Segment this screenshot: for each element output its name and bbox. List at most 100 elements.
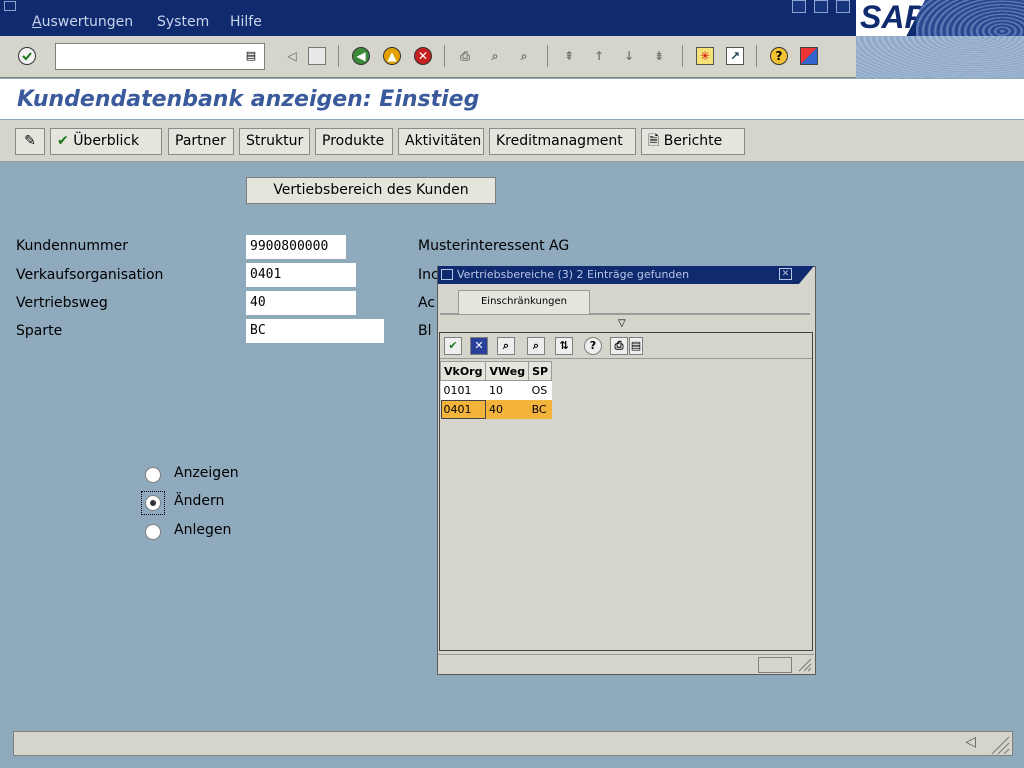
radio-anlegen[interactable]: [145, 524, 161, 540]
edit-pencil-button[interactable]: ✎: [15, 128, 45, 155]
berichte-label: Berichte: [663, 133, 723, 149]
partner-button[interactable]: Partner: [168, 128, 234, 155]
radio-anzeigen[interactable]: [145, 467, 161, 483]
popup-close-icon[interactable]: ✕: [779, 268, 792, 280]
struktur-button[interactable]: Struktur: [239, 128, 310, 155]
label-sparte: Sparte: [16, 323, 63, 339]
previous-page-icon[interactable]: ↑: [590, 47, 608, 65]
menu-hilfe[interactable]: Hilfe: [230, 14, 262, 30]
pencil-icon: ✎: [24, 133, 36, 149]
table-row-selected[interactable]: 0401 40 BC: [440, 399, 552, 419]
command-field[interactable]: [55, 43, 265, 70]
page-title: Kundendatenbank anzeigen: Einstieg: [17, 87, 480, 112]
separator: [682, 45, 683, 67]
shortcut-icon[interactable]: ↗: [726, 47, 744, 65]
status-resize-grip-icon[interactable]: [988, 733, 1010, 755]
cell-vkorg[interactable]: 0401: [440, 399, 486, 419]
menu-auswertungen[interactable]: Auswertungen: [32, 14, 133, 30]
find-next-icon[interactable]: ⌕: [515, 47, 533, 65]
window-menu-icon[interactable]: [4, 1, 16, 11]
check-icon: ✔: [57, 133, 69, 149]
save-icon[interactable]: [308, 47, 326, 65]
popup-window-icon[interactable]: [441, 269, 453, 280]
separator: [756, 45, 757, 67]
help-icon[interactable]: ?: [770, 47, 788, 65]
column-header-vweg[interactable]: VWeg: [485, 361, 530, 381]
cancel-icon[interactable]: ✕: [414, 47, 432, 65]
grid-find-next-icon[interactable]: ⌕: [527, 337, 545, 355]
popup-title: Vertriebsbereiche (3) 2 Einträge gefunde…: [438, 266, 814, 284]
verkaufsorganisation-text: Inc: [418, 267, 439, 283]
maximize-icon[interactable]: [814, 0, 828, 13]
cell-vweg[interactable]: 40: [485, 399, 529, 419]
logo-swirl: [916, 0, 1024, 36]
logo-swirl-lower: [856, 36, 1024, 78]
radio-aendern[interactable]: [145, 495, 161, 511]
result-table: VkOrg VWeg SP 0101 10 OS 0401 40 BC: [439, 361, 553, 419]
kunde-name-text: Musterinteressent AG: [418, 238, 570, 254]
back-arrow-icon[interactable]: ◁: [283, 47, 301, 65]
vertriebsbereich-button[interactable]: Vertiebsbereich des Kunden: [246, 177, 496, 204]
radio-anzeigen-label[interactable]: Anzeigen: [174, 465, 239, 481]
cell-sp[interactable]: BC: [528, 399, 552, 419]
menu-system[interactable]: System: [157, 14, 209, 30]
kreditmanagment-button[interactable]: Kreditmanagment: [489, 128, 636, 155]
table-row[interactable]: 0101 10 OS: [440, 380, 552, 400]
grid-info-icon[interactable]: ?: [584, 337, 602, 355]
separator: [338, 45, 339, 67]
sap-logo: SAP: [856, 0, 1024, 36]
column-header-sp[interactable]: SP: [528, 361, 553, 381]
resize-grip-icon[interactable]: [796, 656, 812, 672]
command-history-icon[interactable]: ▤: [243, 47, 259, 65]
tab-einschraenkungen[interactable]: Einschränkungen: [458, 290, 590, 314]
grid-print-icon[interactable]: ⎙: [610, 337, 628, 355]
new-session-icon[interactable]: ✳: [696, 47, 714, 65]
ueberblick-button[interactable]: ✔ Überblick: [50, 128, 162, 155]
popup-status-field: [758, 657, 792, 673]
close-icon[interactable]: [836, 0, 850, 13]
layout-menu-icon[interactable]: [800, 47, 818, 65]
report-icon: 🗎: [648, 133, 660, 149]
print-icon[interactable]: ⎙: [456, 47, 474, 65]
table-header-row: VkOrg VWeg SP: [439, 361, 553, 381]
cell-vweg[interactable]: 10: [485, 380, 529, 400]
back-icon[interactable]: ◀: [352, 47, 370, 65]
cell-vkorg[interactable]: 0101: [440, 380, 486, 400]
label-kundennummer: Kundennummer: [16, 238, 128, 254]
aktivitaeten-button[interactable]: Aktivitäten: [398, 128, 484, 155]
radio-aendern-label[interactable]: Ändern: [174, 493, 224, 509]
vertriebsweg-text: Ac: [418, 295, 436, 311]
separator: [547, 45, 548, 67]
popup-status-bar: [438, 654, 814, 674]
separator: [444, 45, 445, 67]
berichte-button[interactable]: 🗎 Berichte: [641, 128, 745, 155]
ueberblick-label: Überblick: [73, 133, 140, 149]
label-vertriebsweg: Vertriebsweg: [16, 295, 108, 311]
exit-icon[interactable]: ▲: [383, 47, 401, 65]
minimize-icon[interactable]: [792, 0, 806, 13]
column-header-vkorg[interactable]: VkOrg: [439, 361, 487, 381]
verkaufsorganisation-input[interactable]: 0401: [246, 263, 356, 287]
status-expand-icon[interactable]: ◁: [965, 734, 976, 750]
title-bar: Kundendatenbank anzeigen: Einstieg: [0, 79, 1024, 119]
last-page-icon[interactable]: ⇟: [650, 47, 668, 65]
grid-find-icon[interactable]: ⌕: [497, 337, 515, 355]
expand-restrictions-icon[interactable]: ▽: [618, 318, 626, 329]
produkte-button[interactable]: Produkte: [315, 128, 393, 155]
first-page-icon[interactable]: ⇞: [560, 47, 578, 65]
kundennummer-input[interactable]: 9900800000: [246, 235, 346, 259]
grid-accept-icon[interactable]: ✔: [444, 337, 462, 355]
next-page-icon[interactable]: ↓: [620, 47, 638, 65]
grid-sort-icon[interactable]: ⇅: [555, 337, 573, 355]
cell-sp[interactable]: OS: [528, 380, 552, 400]
sparte-input[interactable]: BC: [246, 319, 384, 343]
status-bar: ◁: [13, 731, 1013, 756]
sparte-text: Bl: [418, 323, 432, 339]
find-icon[interactable]: ⌕: [486, 47, 504, 65]
grid-list-icon[interactable]: ▤: [629, 337, 643, 355]
vertriebsweg-input[interactable]: 40: [246, 291, 356, 315]
grid-cancel-icon[interactable]: ✕: [470, 337, 488, 355]
radio-anlegen-label[interactable]: Anlegen: [174, 522, 231, 538]
label-verkaufsorganisation: Verkaufsorganisation: [16, 267, 164, 283]
enter-check-icon[interactable]: [18, 47, 36, 65]
